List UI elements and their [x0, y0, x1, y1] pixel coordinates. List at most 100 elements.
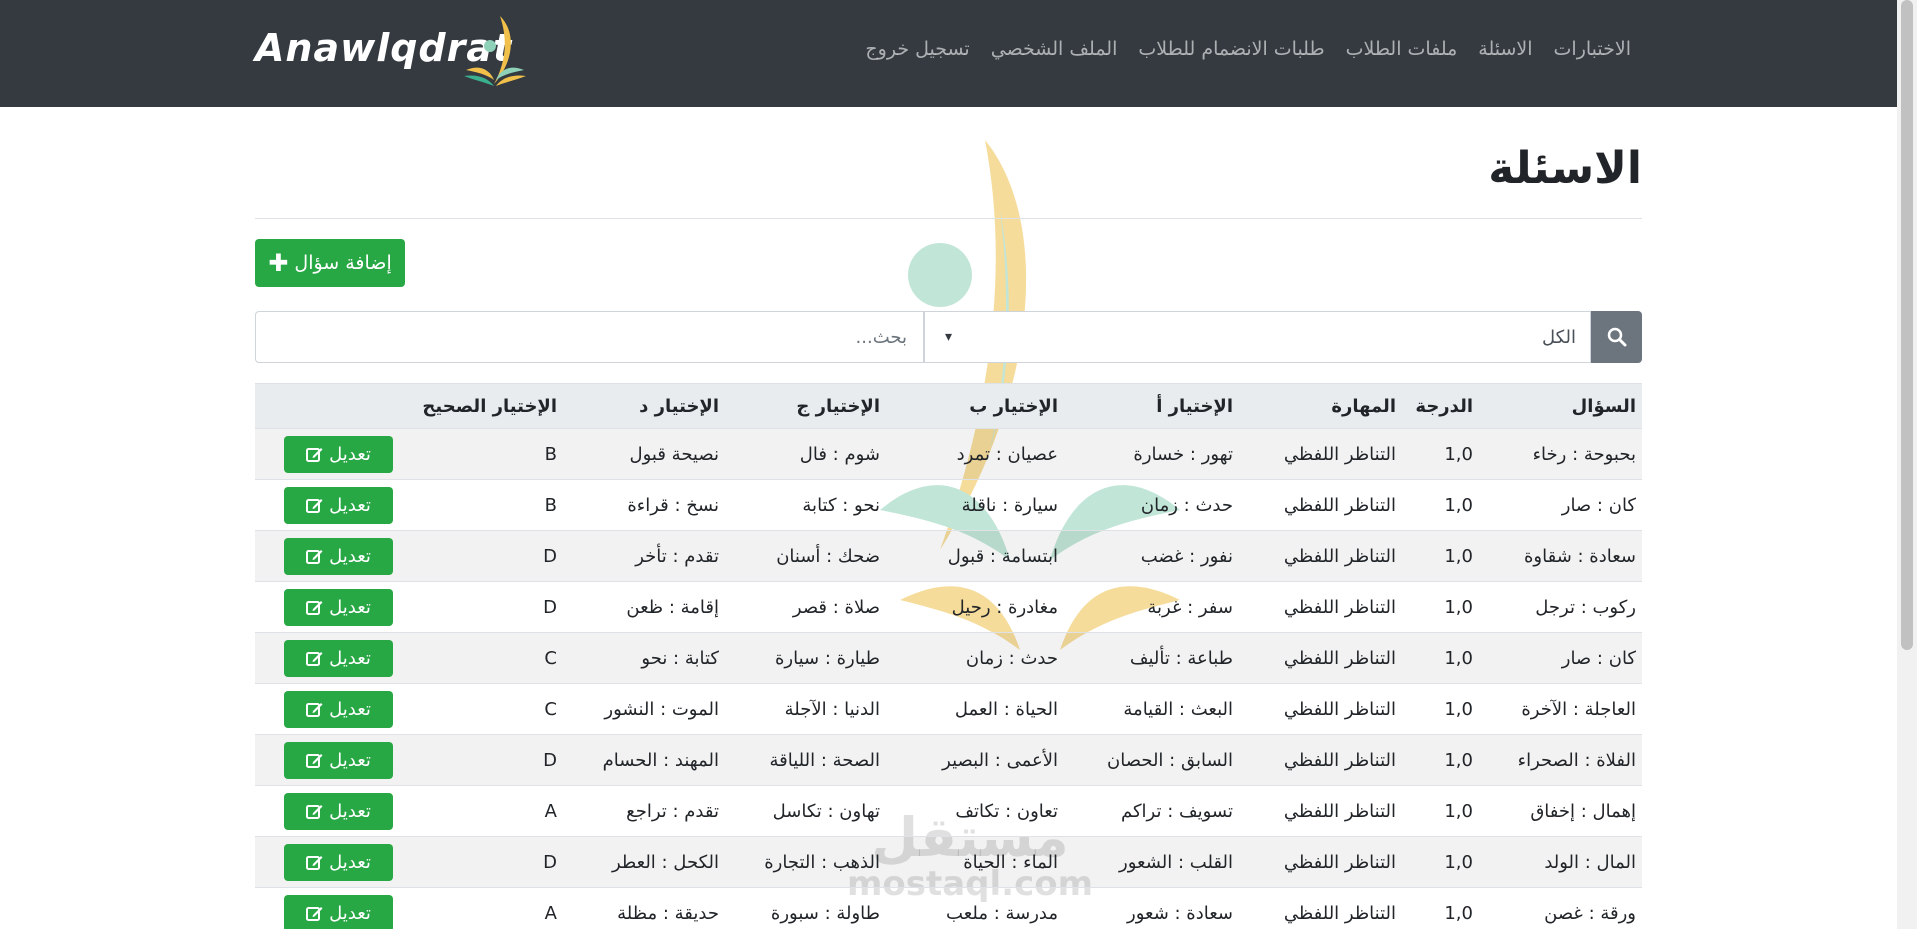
cell-question: بحبوحة : رخاء: [1479, 428, 1642, 480]
nav-link-profile[interactable]: الملف الشخصي: [991, 38, 1118, 60]
table-row: إهمال : إخفاق 1,0 التناظر اللفظي تسويف : تر…: [255, 785, 1642, 837]
edit-button[interactable]: تعديل: [284, 843, 393, 881]
search-input[interactable]: [255, 311, 924, 363]
edit-icon: [306, 702, 323, 717]
cell-choice-d: نصيحة قبول: [563, 428, 725, 480]
cell-choice-b: مغادرة : رحيل: [886, 581, 1064, 633]
edit-button[interactable]: تعديل: [284, 588, 393, 626]
cell-choice-b: تعاون : تكاتف: [886, 785, 1064, 837]
nav-link-questions[interactable]: الاسئلة: [1478, 38, 1532, 60]
cell-actions: تعديل: [255, 581, 401, 633]
table-row: المال : الولد 1,0 التناظر اللفظي القلب : ال…: [255, 836, 1642, 888]
cell-choice-d: تقدم : تراجع: [563, 785, 725, 837]
cell-choice-c: الدنيا : الآجلة: [725, 683, 886, 735]
cell-choice-d: الموت : النشور: [563, 683, 725, 735]
cell-degree: 1,0: [1402, 683, 1479, 735]
edit-icon: [306, 753, 323, 768]
header-degree: الدرجة: [1402, 383, 1479, 429]
cell-choice-c: طيارة : سيارة: [725, 632, 886, 684]
cell-choice-c: الذهب : التجارة: [725, 836, 886, 888]
title-divider: [255, 218, 1642, 219]
edit-icon: [306, 600, 323, 615]
cell-actions: تعديل: [255, 530, 401, 582]
cell-choice-a: حدث : زمان: [1064, 479, 1239, 531]
table-row: كان : صار 1,0 التناظر اللفظي طباعة : تأليف ح…: [255, 632, 1642, 684]
cell-choice-c: طاولة : سبورة: [725, 887, 886, 929]
edit-icon: [306, 906, 323, 921]
edit-icon: [306, 855, 323, 870]
cell-skill: التناظر اللفظي: [1239, 683, 1402, 735]
skill-filter-select[interactable]: الكل ▾: [924, 311, 1591, 363]
cell-actions: تعديل: [255, 632, 401, 684]
cell-skill: التناظر اللفظي: [1239, 581, 1402, 633]
questions-table: السؤال الدرجة المهارة الإختيار أ الإختيا…: [255, 383, 1642, 929]
cell-choice-a: نفور : غضب: [1064, 530, 1239, 582]
nav-link-logout[interactable]: تسجيل خروج: [865, 38, 969, 60]
cell-choice-c: تهاون : تكاسل: [725, 785, 886, 837]
cell-choice-d: حديقة : مظلة: [563, 887, 725, 929]
cell-actions: تعديل: [255, 836, 401, 888]
nav-link-tests[interactable]: الاختبارات: [1554, 38, 1631, 60]
cell-choice-a: البعث : القيامة: [1064, 683, 1239, 735]
cell-degree: 1,0: [1402, 785, 1479, 837]
edit-button[interactable]: تعديل: [284, 741, 393, 779]
cell-choice-b: ابتسامة : قبول: [886, 530, 1064, 582]
edit-button-label: تعديل: [329, 749, 371, 771]
add-question-button[interactable]: إضافة سؤال ✚: [255, 239, 405, 287]
edit-button[interactable]: تعديل: [284, 639, 393, 677]
cell-choice-a: سفر : غربة: [1064, 581, 1239, 633]
cell-choice-b: حدث : زمان: [886, 632, 1064, 684]
cell-choice-c: نحو : كتابة: [725, 479, 886, 531]
table-row: ركوب : ترجل 1,0 التناظر اللفظي سفر : غربة مغ…: [255, 581, 1642, 633]
cell-skill: التناظر اللفظي: [1239, 734, 1402, 786]
edit-button-label: تعديل: [329, 443, 371, 465]
filter-selected-value: الكل: [1541, 326, 1576, 348]
table-body: بحبوحة : رخاء 1,0 التناظر اللفظي تهور : خسا…: [255, 428, 1642, 929]
cell-correct: D: [401, 530, 563, 582]
cell-choice-a: تهور : خسارة: [1064, 428, 1239, 480]
cell-actions: تعديل: [255, 887, 401, 929]
header-correct: الإختيار الصحيح: [401, 383, 563, 429]
edit-button[interactable]: تعديل: [284, 435, 393, 473]
scrollbar-thumb[interactable]: [1901, 0, 1913, 650]
edit-button[interactable]: تعديل: [284, 894, 393, 929]
cell-choice-d: المهند : الحسام: [563, 734, 725, 786]
nav-link-join-requests[interactable]: طلبات الانضمام للطلاب: [1138, 38, 1324, 60]
edit-button-label: تعديل: [329, 596, 371, 618]
cell-degree: 1,0: [1402, 581, 1479, 633]
cell-skill: التناظر اللفظي: [1239, 632, 1402, 684]
header-choice-b: الإختيار ب: [886, 383, 1064, 429]
cell-correct: D: [401, 734, 563, 786]
cell-actions: تعديل: [255, 734, 401, 786]
cell-actions: تعديل: [255, 479, 401, 531]
page-scrollbar[interactable]: [1897, 0, 1917, 929]
brand-logo-icon: [464, 16, 526, 86]
edit-button[interactable]: تعديل: [284, 537, 393, 575]
cell-correct: D: [401, 836, 563, 888]
cell-degree: 1,0: [1402, 734, 1479, 786]
cell-choice-a: سعادة : شعور: [1064, 887, 1239, 929]
cell-skill: التناظر اللفظي: [1239, 785, 1402, 837]
cell-choice-b: مدرسة : ملعب: [886, 887, 1064, 929]
header-question: السؤال: [1479, 383, 1642, 429]
cell-choice-a: تسويف : تراكم: [1064, 785, 1239, 837]
edit-button-label: تعديل: [329, 545, 371, 567]
cell-actions: تعديل: [255, 683, 401, 735]
edit-button-label: تعديل: [329, 647, 371, 669]
search-button[interactable]: [1591, 311, 1642, 363]
nav-link-student-files[interactable]: ملفات الطلاب: [1346, 38, 1458, 60]
header-actions: [255, 383, 401, 429]
cell-degree: 1,0: [1402, 428, 1479, 480]
cell-choice-c: شوم : فال: [725, 428, 886, 480]
header-choice-a: الإختيار أ: [1064, 383, 1239, 429]
cell-actions: تعديل: [255, 785, 401, 837]
cell-question: ورقة : غصن: [1479, 887, 1642, 929]
cell-choice-d: تقدم : تأخر: [563, 530, 725, 582]
edit-button-label: تعديل: [329, 851, 371, 873]
cell-correct: B: [401, 479, 563, 531]
cell-skill: التناظر اللفظي: [1239, 530, 1402, 582]
edit-button[interactable]: تعديل: [284, 486, 393, 524]
edit-button[interactable]: تعديل: [284, 792, 393, 830]
edit-button[interactable]: تعديل: [284, 690, 393, 728]
cell-choice-b: الماء : الحياة: [886, 836, 1064, 888]
